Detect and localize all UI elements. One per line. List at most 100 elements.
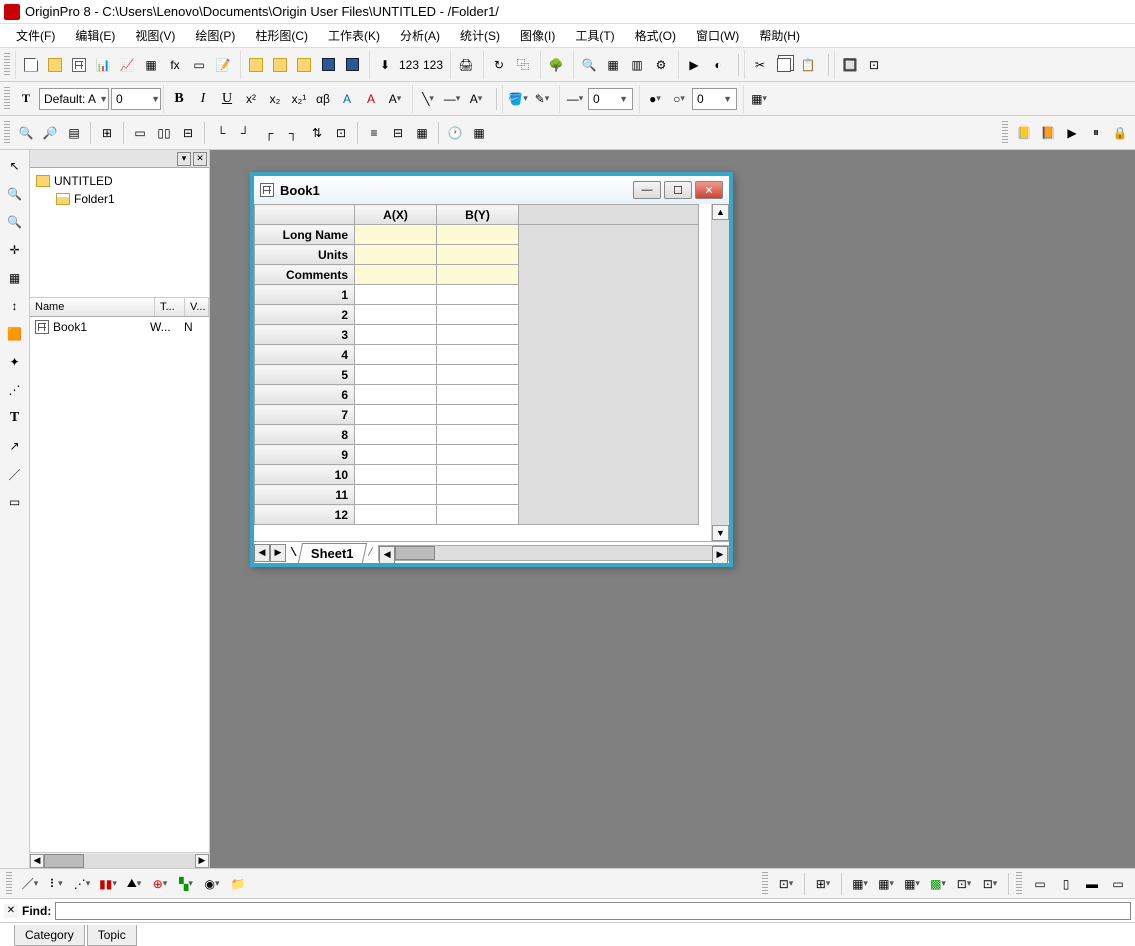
line-color-button2[interactable]: ✎▾ [531,88,553,110]
refresh-button[interactable]: ↻ [488,54,510,76]
new-folder-button[interactable] [44,54,66,76]
hscrollbar[interactable]: ◀ ▶ [378,545,729,561]
worksheet-grid[interactable]: A(X) B(Y) Long Name Units Comments 1 2 3… [254,204,699,525]
line-width-combo[interactable]: 0▼ [588,88,633,110]
line-width-button[interactable]: —▾ [441,88,463,110]
layer3-button[interactable]: ⊟ [177,122,199,144]
superscript-button[interactable]: x² [240,88,262,110]
grip-icon[interactable] [762,872,768,896]
tree-root[interactable]: UNTITLED [36,172,203,190]
menu-image[interactable]: 图像(I) [510,25,565,46]
mask3-button[interactable]: ▦▾ [849,873,871,895]
find-input[interactable] [55,902,1131,920]
maximize-button[interactable]: ☐ [664,181,692,199]
open-button[interactable] [245,54,267,76]
notes-button[interactable]: 📒 [1013,122,1035,144]
scroll-thumb[interactable] [44,854,84,868]
row-header[interactable]: 8 [255,425,355,445]
grip-icon[interactable] [4,87,10,111]
scroll-up[interactable]: ▲ [712,204,729,220]
col-header-b[interactable]: B(Y) [437,205,519,225]
enlarge-button[interactable]: ⊞ [96,122,118,144]
obj2-button[interactable]: ▯ [1055,873,1077,895]
new-layout-button[interactable]: ▭ [188,54,210,76]
line-color-button[interactable]: A▾ [465,88,487,110]
lock-button[interactable]: 🔒 [1109,122,1131,144]
results-log-button[interactable]: 🔍 [578,54,600,76]
new-excel-button[interactable]: 📊 [92,54,114,76]
custom-routine-button[interactable]: ◐ [707,54,729,76]
rect-tool[interactable]: ▭ [3,490,27,514]
date-button[interactable]: 🕐 [444,122,466,144]
menu-format[interactable]: 格式(O) [625,25,686,46]
mask7-button[interactable]: ⊡▾ [953,873,975,895]
data-reader-tool[interactable]: ▦ [3,266,27,290]
open-template-button[interactable] [269,54,291,76]
add-column-button[interactable]: ▥ [626,54,648,76]
minimize-button[interactable]: — [633,181,661,199]
slideshow-button[interactable]: ▶ [683,54,705,76]
copy-button[interactable] [773,54,795,76]
font-inc-button[interactable]: A [336,88,358,110]
symbol-fill-button[interactable]: ●▾ [644,88,666,110]
menu-tools[interactable]: 工具(T) [565,25,624,46]
menu-column[interactable]: 柱形图(C) [245,25,318,46]
print-button[interactable]: 🖨 [455,54,477,76]
pin-button[interactable]: ▾ [177,152,191,166]
workbook-window[interactable]: Book1 — ☐ ✕ A(X) B(Y) Long Na [250,172,733,567]
contour-plot-button[interactable]: ▚▾ [175,873,197,895]
arrow-tool[interactable]: ↗ [3,434,27,458]
zoom-button[interactable]: 🔲 [839,54,861,76]
row-header[interactable]: 10 [255,465,355,485]
row-header[interactable]: 2 [255,305,355,325]
recalculate-button[interactable]: ⚙ [650,54,672,76]
menu-view[interactable]: 视图(V) [125,25,185,46]
grip-icon[interactable] [1002,121,1008,145]
project-explorer-button[interactable]: 🌳 [545,54,567,76]
import-wizard-button[interactable]: ⬇ [374,54,396,76]
linesymbol-plot-button[interactable]: ⋰▾ [71,873,93,895]
col-view[interactable]: V... [185,298,209,316]
layer2-button[interactable]: ▯▯ [153,122,175,144]
duplicate-button[interactable]: ⿻ [512,54,534,76]
3d-plot-button[interactable]: ◉▾ [201,873,223,895]
paste-button[interactable]: 📋 [797,54,819,76]
obj4-button[interactable]: ▭ [1107,873,1129,895]
grip-icon[interactable] [4,121,10,145]
align-button[interactable]: ≡ [363,122,385,144]
menu-statistics[interactable]: 统计(S) [450,25,510,46]
mask2-button[interactable]: ⊞▾ [812,873,834,895]
extract-button[interactable]: └ [210,122,232,144]
text-tool[interactable]: T [3,406,27,430]
draw-data-tool[interactable]: ⋰ [3,378,27,402]
row-header[interactable]: 3 [255,325,355,345]
mask4-button[interactable]: ▦▾ [875,873,897,895]
region-tool[interactable]: ✦ [3,350,27,374]
swap-button[interactable]: ⇅ [306,122,328,144]
recalc-auto-button[interactable]: ▶ [1061,122,1083,144]
col-name[interactable]: Name [30,298,155,316]
zoom-out-tool[interactable]: 🔍 [3,210,27,234]
row-header[interactable]: 4 [255,345,355,365]
line-dash-button[interactable]: —▾ [564,88,586,110]
vscrollbar[interactable]: ▲ ▼ [711,204,729,541]
meta-comments[interactable]: Comments [255,265,355,285]
line-style-button[interactable]: ╲▾ [417,88,439,110]
symbol-size-combo[interactable]: 0▼ [692,88,737,110]
grip-icon[interactable] [1016,872,1022,896]
scroll-down[interactable]: ▼ [712,525,729,541]
row-header[interactable]: 6 [255,385,355,405]
pane-scrollbar[interactable]: ◀ ▶ [30,852,209,868]
grip-icon[interactable] [4,53,10,77]
close-button[interactable]: ✕ [695,181,723,199]
menu-help[interactable]: 帮助(H) [749,25,810,46]
font-dec-button[interactable]: A [360,88,382,110]
scroll-left[interactable]: ◀ [30,854,44,868]
menu-plot[interactable]: 绘图(P) [185,25,245,46]
scroll-left[interactable]: ◀ [379,546,395,564]
subsup-button[interactable]: x₂¹ [288,88,310,110]
underline-button[interactable]: U [216,88,238,110]
tab-topic[interactable]: Topic [87,925,137,946]
cut-button[interactable]: ✂ [749,54,771,76]
menu-window[interactable]: 窗口(W) [686,25,749,46]
